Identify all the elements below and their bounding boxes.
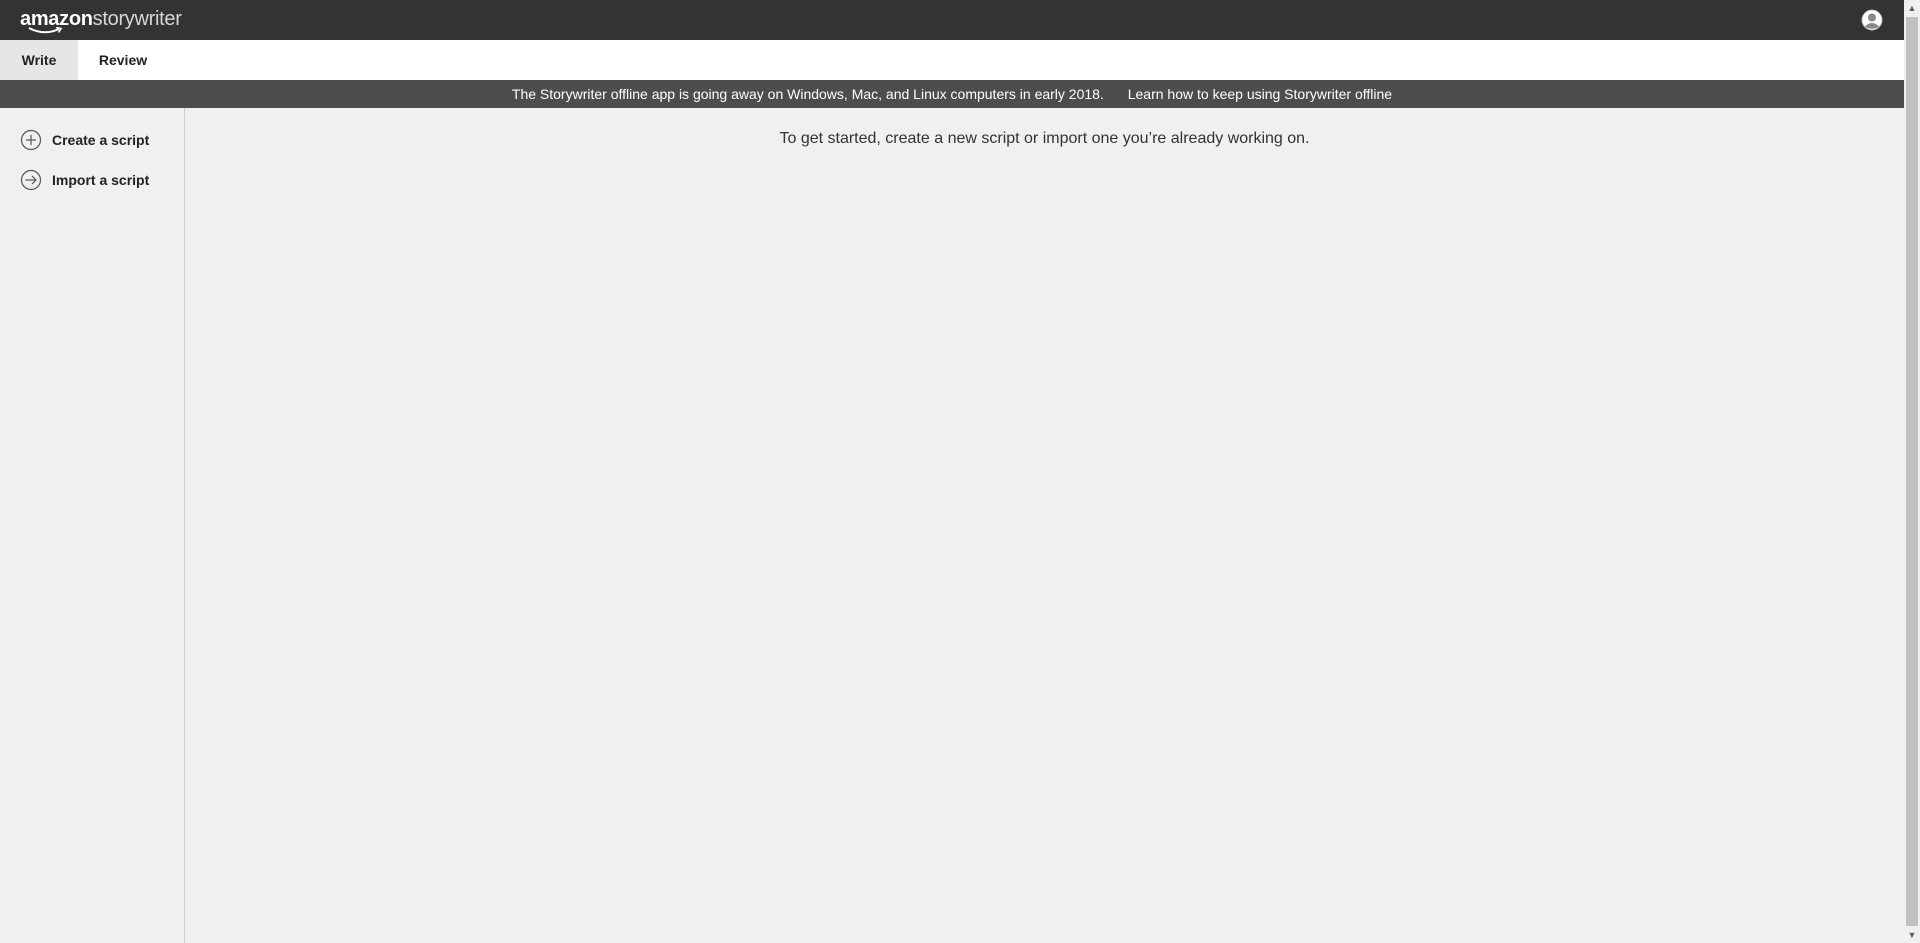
tab-review[interactable]: Review — [78, 40, 168, 80]
vertical-scrollbar[interactable]: ▲ ▼ — [1904, 0, 1920, 943]
scroll-thumb[interactable] — [1906, 17, 1918, 926]
logo-product-text: storywriter — [92, 8, 182, 30]
scroll-up-arrow-icon[interactable]: ▲ — [1904, 0, 1920, 16]
amazon-smile-icon — [28, 27, 63, 34]
scroll-down-arrow-icon[interactable]: ▼ — [1904, 927, 1920, 943]
top-bar: amazonstorywriter — [0, 0, 1904, 40]
sidebar: Create a script Import a script — [0, 108, 185, 943]
app-window: amazonstorywriter Write Review The Story… — [0, 0, 1904, 943]
banner-message: The Storywriter offline app is going awa… — [511, 86, 1104, 102]
tab-write[interactable]: Write — [0, 40, 78, 80]
plus-circle-icon — [20, 129, 42, 151]
create-script-label: Create a script — [52, 132, 150, 148]
offline-notice-banner: The Storywriter offline app is going awa… — [0, 80, 1904, 108]
tab-bar: Write Review — [0, 40, 1904, 80]
empty-state-message: To get started, create a new script or i… — [779, 130, 1310, 147]
banner-learn-more-link[interactable]: Learn how to keep using Storywriter offl… — [1128, 86, 1392, 102]
arrow-circle-icon — [20, 169, 42, 191]
import-script-label: Import a script — [52, 172, 150, 188]
amazon-storywriter-logo[interactable]: amazonstorywriter — [20, 6, 182, 36]
main-content: To get started, create a new script or i… — [185, 108, 1904, 943]
user-avatar-icon[interactable] — [1861, 9, 1883, 31]
